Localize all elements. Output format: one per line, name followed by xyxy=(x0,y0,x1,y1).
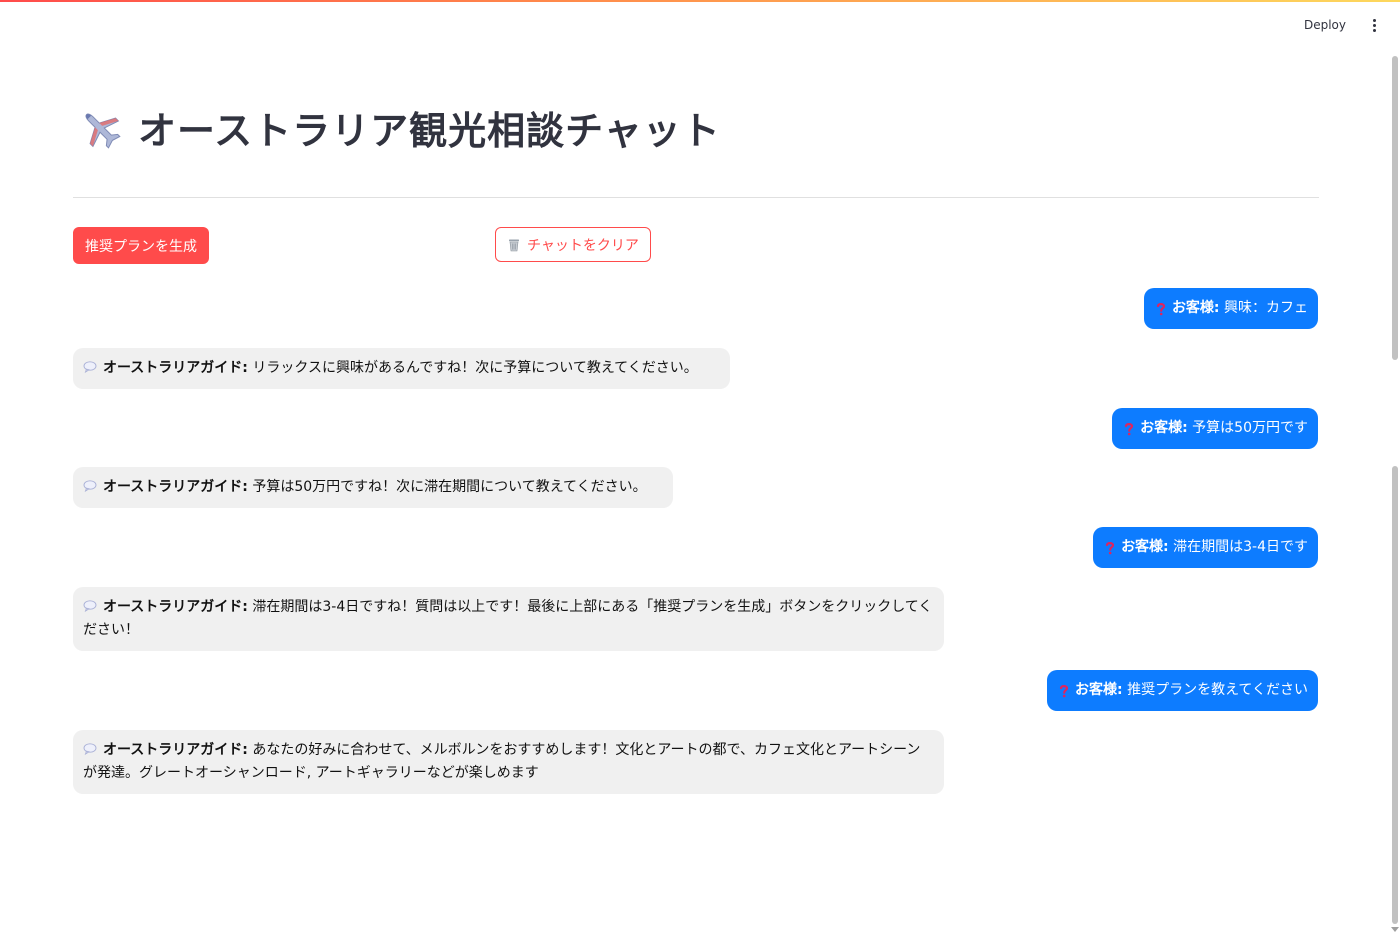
speech-bubble-icon xyxy=(83,743,97,755)
clear-chat-label: チャットをクリア xyxy=(527,237,639,254)
message-text: 予算は50万円ですね！次に滞在期間について教えてください。 xyxy=(252,479,647,495)
divider xyxy=(73,197,1319,198)
scroll-down-arrow-icon[interactable] xyxy=(1391,927,1399,932)
user-label: お客様: xyxy=(1171,300,1220,316)
clear-chat-button[interactable]: チャットをクリア xyxy=(495,227,651,262)
guide-label: オーストラリアガイド: xyxy=(103,360,248,376)
page-title-text: オーストラリア観光相談チャット xyxy=(138,109,721,153)
speech-bubble-icon xyxy=(83,361,97,373)
app-header: Deploy xyxy=(1298,14,1382,36)
scrollbar[interactable] xyxy=(1392,56,1398,926)
guide-label: オーストラリアガイド: xyxy=(103,742,248,758)
scrollbar-thumb[interactable] xyxy=(1392,466,1398,924)
user-message: お客様: 予算は50万円です xyxy=(1112,408,1318,449)
airplane-icon xyxy=(85,113,121,149)
speech-bubble-icon xyxy=(83,480,97,492)
scrollbar-thumb[interactable] xyxy=(1392,56,1398,360)
question-mark-icon xyxy=(1059,684,1069,697)
guide-message: オーストラリアガイド: リラックスに興味があるんですね！次に予算について教えてく… xyxy=(73,348,730,389)
question-mark-icon xyxy=(1105,541,1115,554)
guide-message: オーストラリアガイド: 予算は50万円ですね！次に滞在期間について教えてください… xyxy=(73,467,673,508)
generate-plan-button[interactable]: 推奨プランを生成 xyxy=(73,227,209,264)
user-message: お客様: 興味：カフェ xyxy=(1143,288,1318,329)
message-text: 興味：カフェ xyxy=(1224,300,1308,316)
deploy-button[interactable]: Deploy xyxy=(1298,14,1352,36)
message-text: リラックスに興味があるんですね！次に予算について教えてください。 xyxy=(252,360,698,376)
message-text: 滞在期間は3-4日です xyxy=(1173,539,1308,555)
speech-bubble-icon xyxy=(83,600,97,612)
top-accent-bar xyxy=(0,0,1400,2)
wastebasket-icon xyxy=(509,239,519,251)
guide-message: オーストラリアガイド: 滞在期間は3-4日ですね！質問は以上です！最後に上部にあ… xyxy=(73,587,944,651)
guide-label: オーストラリアガイド: xyxy=(103,599,248,615)
user-label: お客様: xyxy=(1121,539,1169,555)
page-title: オーストラリア観光相談チャット xyxy=(78,100,721,155)
message-text: 予算は50万円です xyxy=(1192,420,1308,436)
user-label: お客様: xyxy=(1140,420,1188,436)
guide-message: オーストラリアガイド: あなたの好みに合わせて、メルボルンをおすすめします！文化… xyxy=(73,730,944,794)
question-mark-icon xyxy=(1125,422,1134,435)
user-label: お客様: xyxy=(1075,682,1123,698)
guide-label: オーストラリアガイド: xyxy=(103,479,248,495)
user-message: お客様: 滞在期間は3-4日です xyxy=(1093,527,1318,568)
user-message: お客様: 推奨プランを教えてください xyxy=(1047,670,1318,711)
question-mark-icon xyxy=(1156,302,1166,315)
message-text: 推奨プランを教えてください xyxy=(1127,682,1308,698)
more-options-icon[interactable] xyxy=(1366,14,1382,36)
